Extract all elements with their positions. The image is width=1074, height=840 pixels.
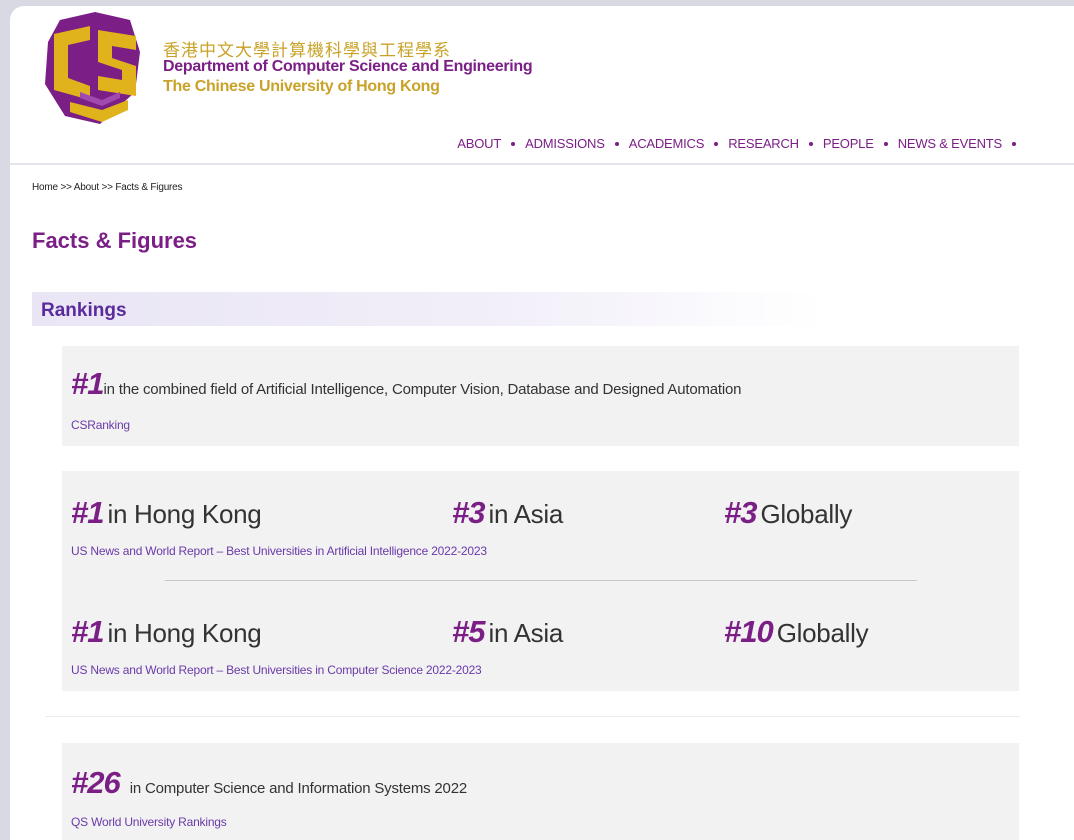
- nav-item-academics[interactable]: ACADEMICS: [629, 136, 705, 151]
- nav-separator: [714, 141, 719, 146]
- section-title: Rankings: [41, 300, 127, 321]
- site-header: 香港中文大學計算機科學與工程學系 Department of Computer …: [10, 6, 1074, 166]
- rank-label: Globally: [760, 499, 853, 529]
- breadcrumb[interactable]: Home >> About >> Facts & Figures: [32, 182, 183, 193]
- header-divider: [10, 163, 1074, 165]
- rank-description: in Computer Science and Information Syst…: [129, 780, 467, 797]
- rank-asia-cs: #5 in Asia: [452, 614, 563, 650]
- rank-asia-ai: #3 in Asia: [452, 495, 563, 531]
- rank-number: #26: [71, 765, 121, 800]
- cse-logo-icon[interactable]: [40, 12, 150, 128]
- ranking-card-usnews: #1 in Hong Kong #3 in Asia #3 Globally U…: [62, 471, 1019, 691]
- rank-hong-kong-cs: #1 in Hong Kong: [71, 614, 262, 650]
- main-nav: ABOUT ADMISSIONS ACADEMICS RESEARCH PEOP…: [457, 136, 1026, 151]
- rank-label: in Hong Kong: [107, 618, 262, 648]
- page-title: Facts & Figures: [32, 228, 198, 253]
- rank-number: #3: [452, 495, 485, 530]
- ranking-line: #1 in the combined field of Artificial I…: [71, 366, 742, 402]
- page-frame: 香港中文大學計算機科學與工程學系 Department of Computer …: [10, 6, 1074, 840]
- ranking-line: #26 in Computer Science and Information …: [71, 765, 467, 801]
- rank-global-cs: #10 Globally: [724, 614, 869, 650]
- ranking-card-qs: #26 in Computer Science and Information …: [62, 743, 1019, 840]
- nav-separator: [883, 141, 888, 146]
- section-divider: [45, 716, 1020, 717]
- rank-number: #10: [724, 614, 774, 649]
- rank-number: #5: [452, 614, 485, 649]
- nav-item-research[interactable]: RESEARCH: [728, 136, 799, 151]
- nav-item-news-events[interactable]: NEWS & EVENTS: [898, 136, 1003, 151]
- rank-number: #1: [71, 614, 104, 649]
- nav-item-about[interactable]: ABOUT: [457, 136, 501, 151]
- rank-label: in Asia: [488, 618, 563, 648]
- rank-label: Globally: [776, 618, 869, 648]
- university-name: The Chinese University of Hong Kong: [163, 78, 440, 95]
- source-link-qs[interactable]: QS World University Rankings: [71, 815, 227, 829]
- nav-separator: [614, 141, 619, 146]
- department-name-english: Department of Computer Science and Engin…: [163, 58, 533, 75]
- nav-item-admissions[interactable]: ADMISSIONS: [525, 136, 605, 151]
- source-link-usnews-cs[interactable]: US News and World Report – Best Universi…: [71, 663, 482, 677]
- nav-separator: [511, 141, 516, 146]
- source-link-csranking[interactable]: CSRanking: [71, 418, 130, 432]
- rank-hong-kong-ai: #1 in Hong Kong: [71, 495, 262, 531]
- rank-label: in Hong Kong: [107, 499, 262, 529]
- rank-label: in Asia: [488, 499, 563, 529]
- nav-separator: [1012, 141, 1016, 146]
- rank-description: in the combined field of Artificial Inte…: [103, 381, 742, 398]
- rank-number: #1: [71, 495, 104, 530]
- rank-global-ai: #3 Globally: [724, 495, 852, 531]
- rank-number: #1: [71, 366, 104, 401]
- rankings-section-header: Rankings: [32, 292, 822, 326]
- nav-item-people[interactable]: PEOPLE: [823, 136, 874, 151]
- ranking-card-csranking: #1 in the combined field of Artificial I…: [62, 346, 1019, 446]
- card-divider: [165, 580, 917, 581]
- source-link-usnews-ai[interactable]: US News and World Report – Best Universi…: [71, 544, 487, 558]
- rank-number: #3: [724, 495, 757, 530]
- nav-separator: [808, 141, 813, 146]
